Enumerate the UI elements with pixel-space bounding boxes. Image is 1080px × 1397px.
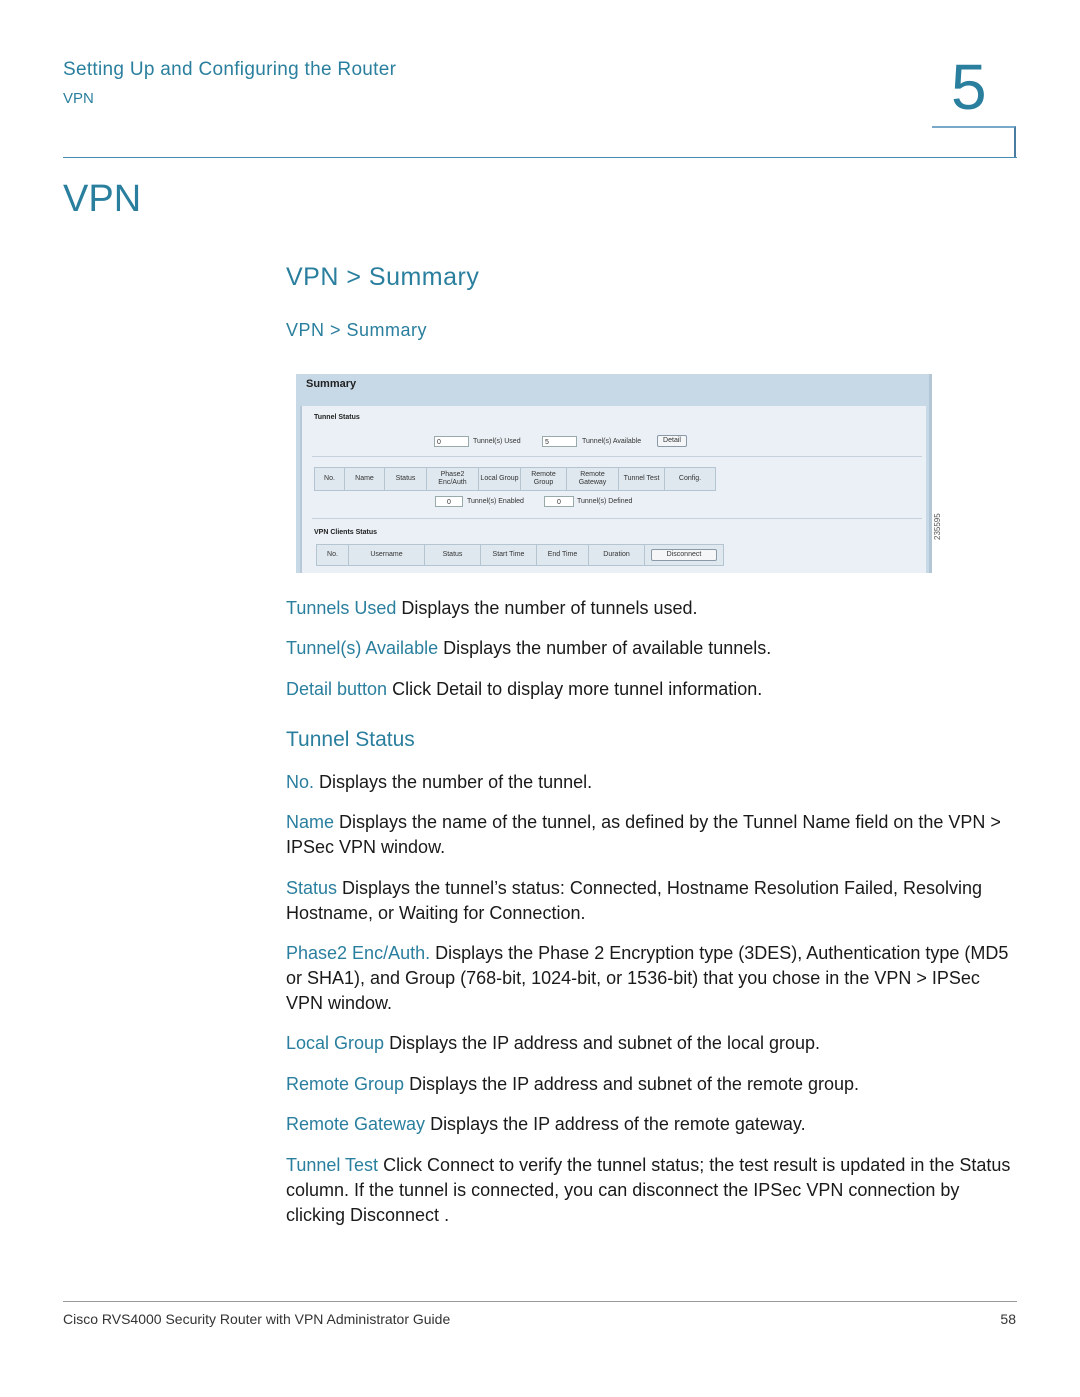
tunnel-status-heading: Tunnel Status	[286, 728, 415, 751]
definition-name: Name Displays the name of the tunnel, as…	[286, 810, 1021, 860]
footer-divider	[63, 1301, 1017, 1302]
summary-panel: Tunnel Status 0 Tunnel(s) Used 5 Tunnel(…	[300, 406, 926, 573]
tunnels-defined-label: Tunnel(s) Defined	[577, 498, 633, 505]
term: Remote Gateway	[286, 1114, 426, 1134]
col-local-group: Local Group	[479, 468, 521, 490]
divider	[312, 518, 922, 519]
chapter-title: Setting Up and Configuring the Router	[63, 59, 397, 80]
footer-page-number: 58	[1000, 1311, 1016, 1327]
description: Displays the tunnel’s status: Connected,…	[286, 878, 983, 923]
tunnel-table-header: No. Name Status Phase2 Enc/Auth Local Gr…	[314, 467, 716, 491]
definition-local-group: Local Group Displays the IP address and …	[286, 1031, 1021, 1056]
footer-guide-title: Cisco RVS4000 Security Router with VPN A…	[63, 1311, 451, 1327]
summary-screenshot: Summary Tunnel Status 0 Tunnel(s) Used 5…	[296, 374, 932, 573]
description: Click Connect to verify the tunnel statu…	[286, 1155, 1011, 1225]
col-tunnel-test: Tunnel Test	[619, 468, 665, 490]
definition-tunnels-available: Tunnel(s) Available Displays the number …	[286, 636, 1021, 661]
detail-button[interactable]: Detail	[657, 435, 687, 447]
definition-phase2: Phase2 Enc/Auth. Displays the Phase 2 En…	[286, 941, 1021, 1016]
figure-caption: VPN > Summary	[286, 320, 428, 340]
tunnels-available-label: Tunnel(s) Available	[582, 438, 642, 445]
col-config: Config.	[678, 475, 702, 482]
col-end-time: End Time	[537, 545, 589, 565]
definition-tunnels-used: Tunnels Used Displays the number of tunn…	[286, 596, 1021, 621]
chapter-number: 5	[951, 51, 987, 123]
header-divider	[63, 157, 1017, 158]
col-no: No.	[315, 468, 345, 490]
term: Detail button	[286, 679, 388, 699]
description: Displays the name of the tunnel, as defi…	[286, 812, 1001, 857]
term: Remote Group	[286, 1074, 405, 1094]
term: No.	[286, 772, 315, 792]
disconnect-button[interactable]: Disconnect	[651, 549, 717, 561]
col-phase2: Phase2 Enc/Auth	[427, 468, 479, 490]
term: Tunnel(s) Available	[286, 638, 439, 658]
tunnels-available-field: 5	[542, 436, 577, 447]
description: Displays the IP address of the remote ga…	[425, 1114, 806, 1134]
tunnels-enabled-label: Tunnel(s) Enabled	[467, 498, 524, 505]
summary-title: Summary	[306, 378, 357, 390]
tunnels-defined-field: 0	[544, 496, 574, 507]
col-duration: Duration	[589, 545, 645, 565]
description: Displays the number of the tunnel.	[314, 772, 593, 792]
disconnect-cell: Disconnect	[645, 545, 723, 565]
term: Phase2 Enc/Auth.	[286, 943, 431, 963]
figure-id: 235595	[933, 513, 942, 540]
description: Displays the number of tunnels used.	[396, 598, 698, 618]
section-heading: VPN > Summary	[286, 263, 480, 291]
definition-tunnel-test: Tunnel Test Click Connect to verify the …	[286, 1153, 1021, 1228]
col-username: Username	[349, 545, 425, 565]
page-heading: VPN	[63, 178, 142, 220]
term: Tunnels Used	[286, 598, 397, 618]
description: Displays the number of available tunnels…	[438, 638, 772, 658]
term: Local Group	[286, 1033, 385, 1053]
col-start-time: Start Time	[481, 545, 537, 565]
definition-status: Status Displays the tunnel’s status: Con…	[286, 876, 1021, 926]
definition-remote-group: Remote Group Displays the IP address and…	[286, 1072, 1021, 1097]
description: Displays the IP address and subnet of th…	[384, 1033, 820, 1053]
tunnel-status-label: Tunnel Status	[314, 414, 360, 421]
col-name: Name	[345, 468, 385, 490]
tunnels-used-label: Tunnel(s) Used	[473, 438, 521, 445]
divider	[312, 456, 922, 457]
term: Tunnel Test	[286, 1155, 379, 1175]
description: Click Detail to display more tunnel info…	[387, 679, 763, 699]
tunnels-used-field: 0	[434, 436, 469, 447]
col-remote-group: Remote Group	[521, 468, 567, 490]
col-no: No.	[317, 545, 349, 565]
term: Status	[286, 878, 338, 898]
definition-no: No. Displays the number of the tunnel.	[286, 770, 1021, 795]
clients-table-header: No. Username Status Start Time End Time …	[316, 544, 724, 566]
col-status: Status	[385, 468, 427, 490]
description: Displays the IP address and subnet of th…	[404, 1074, 860, 1094]
header-box	[932, 126, 1016, 157]
term: Name	[286, 812, 335, 832]
col-remote-gateway: Remote Gateway	[567, 468, 619, 490]
vpn-clients-status-label: VPN Clients Status	[314, 529, 378, 536]
col-status: Status	[425, 545, 481, 565]
section-label: VPN	[63, 90, 94, 107]
definition-detail-button: Detail button Click Detail to display mo…	[286, 677, 1021, 702]
tunnels-enabled-field: 0	[435, 496, 463, 507]
definition-remote-gateway: Remote Gateway Displays the IP address o…	[286, 1112, 1021, 1137]
